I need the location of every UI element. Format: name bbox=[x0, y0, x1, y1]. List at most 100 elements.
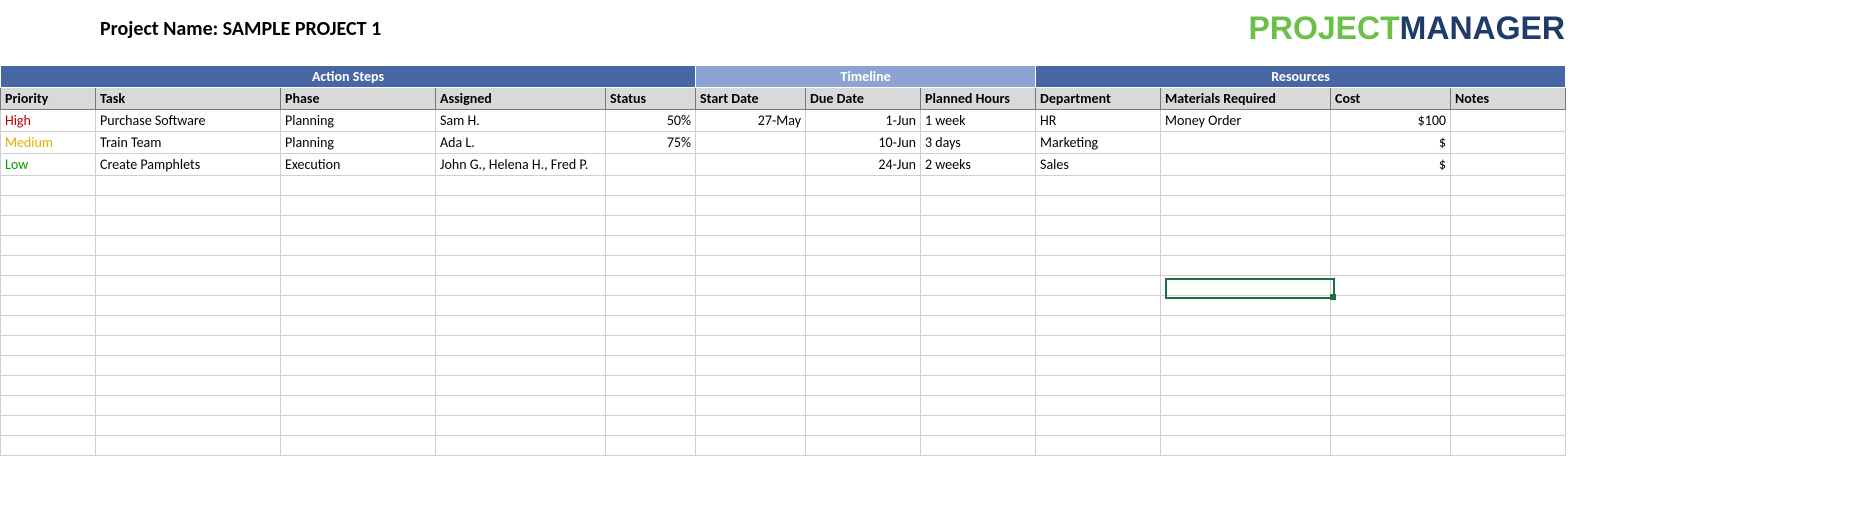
col-materials[interactable]: Materials Required bbox=[1161, 88, 1331, 110]
cell-notes[interactable] bbox=[1451, 154, 1566, 176]
cell-empty[interactable] bbox=[436, 236, 606, 256]
table-row[interactable]: HighPurchase SoftwarePlanningSam H.50%27… bbox=[1, 110, 1566, 132]
cell-task[interactable]: Create Pamphlets bbox=[96, 154, 281, 176]
cell-assigned[interactable]: Ada L. bbox=[436, 132, 606, 154]
cell-empty[interactable] bbox=[1, 436, 96, 456]
cell-empty[interactable] bbox=[1451, 396, 1566, 416]
cell-department[interactable]: Marketing bbox=[1036, 132, 1161, 154]
cell-empty[interactable] bbox=[436, 216, 606, 236]
cell-empty[interactable] bbox=[1331, 236, 1451, 256]
cell-empty[interactable] bbox=[1161, 376, 1331, 396]
cell-empty[interactable] bbox=[1331, 416, 1451, 436]
cell-empty[interactable] bbox=[806, 356, 921, 376]
cell-start-date[interactable] bbox=[696, 154, 806, 176]
cell-empty[interactable] bbox=[606, 196, 696, 216]
cell-planned-hours[interactable]: 1 week bbox=[921, 110, 1036, 132]
cell-empty[interactable] bbox=[696, 216, 806, 236]
cell-due-date[interactable]: 10-Jun bbox=[806, 132, 921, 154]
cell-empty[interactable] bbox=[96, 216, 281, 236]
cell-empty[interactable] bbox=[921, 416, 1036, 436]
table-row[interactable] bbox=[1, 176, 1566, 196]
cell-empty[interactable] bbox=[606, 396, 696, 416]
cell-empty[interactable] bbox=[1451, 236, 1566, 256]
cell-empty[interactable] bbox=[1036, 276, 1161, 296]
cell-empty[interactable] bbox=[921, 356, 1036, 376]
cell-empty[interactable] bbox=[1451, 356, 1566, 376]
cell-materials[interactable]: Money Order bbox=[1161, 110, 1331, 132]
cell-empty[interactable] bbox=[806, 296, 921, 316]
cell-empty[interactable] bbox=[606, 256, 696, 276]
cell-materials[interactable] bbox=[1161, 132, 1331, 154]
cell-empty[interactable] bbox=[1, 196, 96, 216]
cell-empty[interactable] bbox=[96, 416, 281, 436]
cell-empty[interactable] bbox=[1036, 316, 1161, 336]
cell-empty[interactable] bbox=[696, 196, 806, 216]
cell-phase[interactable]: Planning bbox=[281, 110, 436, 132]
cell-empty[interactable] bbox=[1161, 296, 1331, 316]
col-assigned[interactable]: Assigned bbox=[436, 88, 606, 110]
cell-empty[interactable] bbox=[1161, 256, 1331, 276]
cell-empty[interactable] bbox=[1036, 336, 1161, 356]
cell-empty[interactable] bbox=[96, 336, 281, 356]
table-row[interactable] bbox=[1, 436, 1566, 456]
cell-empty[interactable] bbox=[696, 236, 806, 256]
cell-empty[interactable] bbox=[436, 376, 606, 396]
cell-empty[interactable] bbox=[281, 336, 436, 356]
cell-empty[interactable] bbox=[1451, 176, 1566, 196]
cell-empty[interactable] bbox=[1451, 296, 1566, 316]
cell-empty[interactable] bbox=[281, 256, 436, 276]
cell-empty[interactable] bbox=[281, 316, 436, 336]
cell-empty[interactable] bbox=[1331, 376, 1451, 396]
cell-empty[interactable] bbox=[806, 256, 921, 276]
cell-empty[interactable] bbox=[806, 176, 921, 196]
cell-empty[interactable] bbox=[281, 176, 436, 196]
table-row[interactable] bbox=[1, 296, 1566, 316]
cell-empty[interactable] bbox=[1036, 196, 1161, 216]
table-row[interactable] bbox=[1, 396, 1566, 416]
cell-empty[interactable] bbox=[96, 436, 281, 456]
table-row[interactable]: MediumTrain TeamPlanningAda L.75%10-Jun3… bbox=[1, 132, 1566, 154]
cell-empty[interactable] bbox=[281, 276, 436, 296]
cell-empty[interactable] bbox=[1036, 256, 1161, 276]
cell-planned-hours[interactable]: 2 weeks bbox=[921, 154, 1036, 176]
table-row[interactable] bbox=[1, 276, 1566, 296]
cell-empty[interactable] bbox=[1331, 176, 1451, 196]
cell-empty[interactable] bbox=[1451, 216, 1566, 236]
cell-empty[interactable] bbox=[1161, 236, 1331, 256]
cell-priority[interactable]: High bbox=[1, 110, 96, 132]
cell-empty[interactable] bbox=[921, 436, 1036, 456]
cell-empty[interactable] bbox=[696, 336, 806, 356]
cell-empty[interactable] bbox=[1331, 436, 1451, 456]
cell-empty[interactable] bbox=[806, 236, 921, 256]
table-row[interactable] bbox=[1, 356, 1566, 376]
cell-empty[interactable] bbox=[606, 336, 696, 356]
cell-empty[interactable] bbox=[281, 416, 436, 436]
cell-empty[interactable] bbox=[96, 176, 281, 196]
cell-empty[interactable] bbox=[696, 296, 806, 316]
cell-empty[interactable] bbox=[696, 416, 806, 436]
cell-empty[interactable] bbox=[606, 436, 696, 456]
cell-empty[interactable] bbox=[1161, 316, 1331, 336]
cell-empty[interactable] bbox=[1451, 196, 1566, 216]
cell-empty[interactable] bbox=[696, 396, 806, 416]
cell-empty[interactable] bbox=[696, 356, 806, 376]
cell-empty[interactable] bbox=[1, 416, 96, 436]
cell-cost[interactable]: $ bbox=[1331, 154, 1451, 176]
table-row[interactable] bbox=[1, 336, 1566, 356]
cell-empty[interactable] bbox=[96, 356, 281, 376]
cell-empty[interactable] bbox=[1451, 336, 1566, 356]
cell-empty[interactable] bbox=[1331, 256, 1451, 276]
cell-empty[interactable] bbox=[1036, 236, 1161, 256]
cell-empty[interactable] bbox=[606, 296, 696, 316]
cell-empty[interactable] bbox=[96, 376, 281, 396]
cell-empty[interactable] bbox=[921, 256, 1036, 276]
cell-task[interactable]: Purchase Software bbox=[96, 110, 281, 132]
table-row[interactable] bbox=[1, 216, 1566, 236]
cell-empty[interactable] bbox=[1331, 196, 1451, 216]
cell-empty[interactable] bbox=[806, 276, 921, 296]
table-row[interactable] bbox=[1, 256, 1566, 276]
cell-empty[interactable] bbox=[281, 356, 436, 376]
cell-empty[interactable] bbox=[436, 256, 606, 276]
cell-empty[interactable] bbox=[696, 436, 806, 456]
cell-empty[interactable] bbox=[806, 316, 921, 336]
